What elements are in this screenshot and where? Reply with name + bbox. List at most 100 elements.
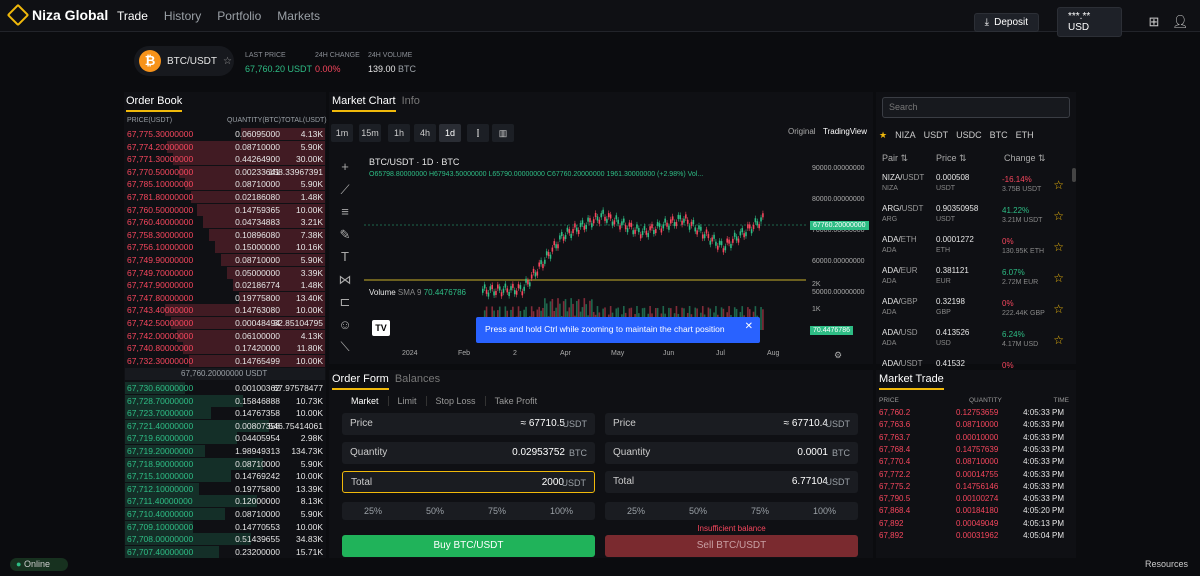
tab-market-chart[interactable]: Market Chart: [332, 95, 396, 112]
bid-row[interactable]: 67,718.90000000 0.08710000 5.90K: [125, 457, 325, 470]
pair-sort-header[interactable]: Pair ⇅: [882, 153, 908, 164]
text-icon[interactable]: T: [338, 246, 352, 269]
market-row[interactable]: ADA/USD ADA 0.413526 USD 6.24% 4.17M USD ☆: [876, 327, 1070, 358]
ask-row[interactable]: 67,742.00000000 0.06100000 4.13K: [125, 329, 325, 342]
hlines-icon[interactable]: ≡: [338, 201, 352, 224]
sell-price-field[interactable]: Price ≈ 67710.4 USDT: [605, 413, 858, 435]
buy-pct-100[interactable]: 100%: [550, 506, 573, 516]
bid-row[interactable]: 67,721.40000000 0.00807358 546.75414061: [125, 419, 325, 432]
ask-row[interactable]: 67,771.30000000 0.44264900 30.00K: [125, 153, 325, 166]
favorite-star-icon[interactable]: ☆: [1053, 240, 1064, 254]
order-type-take-profit[interactable]: Take Profit: [484, 396, 547, 406]
tf-1d[interactable]: 1d: [439, 124, 461, 142]
order-book-title[interactable]: Order Book: [126, 95, 183, 112]
star-icon[interactable]: ☆: [223, 56, 232, 67]
tf-1h[interactable]: 1h: [388, 124, 410, 142]
price-sort-header[interactable]: Price ⇅: [936, 153, 967, 164]
filter-btc[interactable]: BTC: [990, 130, 1008, 141]
bid-row[interactable]: 67,707.40000000 0.23200000 15.71K: [125, 545, 325, 558]
candle-type-icon[interactable]: ⫿: [467, 124, 489, 142]
settings-icon[interactable]: ⚙: [834, 350, 842, 361]
ruler-icon[interactable]: ⟍: [338, 336, 352, 359]
tab-balances[interactable]: Balances: [395, 373, 440, 390]
sell-pct-100[interactable]: 100%: [813, 506, 836, 516]
tf-1m[interactable]: 1m: [331, 124, 353, 142]
bid-row[interactable]: 67,715.10000000 0.14769242 10.00K: [125, 470, 325, 483]
order-type-limit[interactable]: Limit: [387, 396, 426, 406]
market-row[interactable]: NIZA/USDT NIZA 0.000508 USDT -16.14% 3.75B US…: [876, 172, 1070, 203]
ask-row[interactable]: 67,756.10000000 0.15000000 10.16K: [125, 241, 325, 254]
tf-4h[interactable]: 4h: [414, 124, 436, 142]
ask-row[interactable]: 67,770.50000000 0.00233641 158.33967391: [125, 165, 325, 178]
pair-selector[interactable]: ₿ BTC/USDT ☆: [134, 46, 234, 76]
emoji-icon[interactable]: ☺: [338, 314, 352, 337]
filter-usdc[interactable]: USDC: [956, 130, 982, 141]
change-sort-header[interactable]: Change ⇅: [1004, 153, 1046, 164]
bid-row[interactable]: 67,711.40000000 0.12000000 8.13K: [125, 495, 325, 508]
ask-row[interactable]: 67,747.80000000 0.19775800 13.40K: [125, 291, 325, 304]
ask-row[interactable]: 67,775.30000000 0.06095000 4.13K: [125, 128, 325, 140]
buy-pct-25[interactable]: 25%: [364, 506, 382, 516]
bid-row[interactable]: 67,708.00000000 0.51439655 34.83K: [125, 533, 325, 546]
filter-usdt[interactable]: USDT: [924, 130, 949, 141]
ask-row[interactable]: 67,760.40000000 0.04734883 3.21K: [125, 216, 325, 229]
search-input[interactable]: Search: [882, 97, 1070, 118]
favorite-star-icon[interactable]: ☆: [1053, 178, 1064, 192]
ask-row[interactable]: 67,732.30000000 0.14765499 10.00K: [125, 354, 325, 367]
buy-pct-75[interactable]: 75%: [488, 506, 506, 516]
ask-row[interactable]: 67,743.40000000 0.14763080 10.00K: [125, 304, 325, 317]
tab-info[interactable]: Info: [402, 95, 420, 112]
brush-icon[interactable]: ✎: [338, 224, 352, 247]
bid-row[interactable]: 67,710.40000000 0.08710000 5.90K: [125, 508, 325, 520]
ask-row[interactable]: 67,749.90000000 0.08710000 5.90K: [125, 254, 325, 266]
tradingview-logo[interactable]: TV: [372, 320, 390, 336]
trendline-icon[interactable]: ⟋: [338, 179, 352, 202]
ask-row[interactable]: 67,742.50000000 0.00048494 32.85104795: [125, 317, 325, 329]
buy-button[interactable]: Buy BTC/USDT: [342, 535, 595, 557]
balance-display[interactable]: ***.** USD: [1057, 7, 1122, 37]
buy-pct-50[interactable]: 50%: [426, 506, 444, 516]
ask-row[interactable]: 67,747.90000000 0.02186774 1.48K: [125, 279, 325, 292]
nav-portfolio[interactable]: Portfolio: [217, 9, 261, 23]
favorite-star-icon[interactable]: ☆: [1053, 209, 1064, 223]
nav-history[interactable]: History: [164, 9, 201, 23]
market-row[interactable]: ADA/GBP ADA 0.32198 GBP 0% 222.44K GBP ☆: [876, 296, 1070, 327]
favorite-star-icon[interactable]: ☆: [1053, 333, 1064, 347]
order-type-stop-loss[interactable]: Stop Loss: [425, 396, 485, 406]
market-row[interactable]: ARG/USDT ARG 0.90350958 USDT 41.22% 3.21M USD…: [876, 203, 1070, 234]
bid-row[interactable]: 67,719.60000000 0.04405954 2.98K: [125, 432, 325, 445]
buy-total-field[interactable]: Total 2000 USDT: [342, 471, 595, 493]
view-original[interactable]: Original: [788, 127, 816, 136]
bid-row[interactable]: 67,719.20000000 1.98949313 134.73K: [125, 445, 325, 457]
market-trade-title[interactable]: Market Trade: [879, 373, 944, 390]
resources-link[interactable]: Resources: [1145, 559, 1188, 569]
nav-trade[interactable]: Trade: [117, 9, 148, 23]
indicators-icon[interactable]: ▥: [492, 124, 514, 142]
filter-eth[interactable]: ETH: [1016, 130, 1034, 141]
ask-row[interactable]: 67,785.10000000 0.08710000 5.90K: [125, 178, 325, 191]
favorites-star-icon[interactable]: ★: [879, 130, 887, 141]
bid-row[interactable]: 67,712.10000000 0.19775800 13.39K: [125, 482, 325, 495]
ask-row[interactable]: 67,758.30000000 0.10896080 7.38K: [125, 228, 325, 241]
bid-row[interactable]: 67,730.60000000 0.00100362 67.97578477: [125, 382, 325, 394]
buy-quantity-field[interactable]: Quantity 0.02953752 BTC: [342, 442, 595, 464]
bid-row[interactable]: 67,723.70000000 0.14767358 10.00K: [125, 407, 325, 420]
pattern-icon[interactable]: ⋈: [338, 269, 352, 292]
measure-icon[interactable]: ⊏: [338, 291, 352, 314]
favorite-star-icon[interactable]: ☆: [1053, 271, 1064, 285]
grid-icon[interactable]: ⊞: [1146, 14, 1162, 30]
favorite-star-icon[interactable]: ☆: [1053, 302, 1064, 316]
tab-order-form[interactable]: Order Form: [332, 373, 389, 390]
tf-15m[interactable]: 15m: [359, 124, 381, 142]
ask-row[interactable]: 67,749.70000000 0.05000000 3.39K: [125, 266, 325, 279]
ask-row[interactable]: 67,774.20000000 0.08710000 5.90K: [125, 140, 325, 153]
markets-scrollbar[interactable]: [1072, 168, 1076, 182]
view-tradingview[interactable]: TradingView: [823, 127, 867, 136]
sell-pct-75[interactable]: 75%: [751, 506, 769, 516]
deposit-button[interactable]: ⤓ Deposit: [973, 12, 1039, 32]
buy-price-field[interactable]: Price ≈ 67710.5 USDT: [342, 413, 595, 435]
bid-row[interactable]: 67,728.70000000 0.15846888 10.73K: [125, 394, 325, 407]
sell-pct-25[interactable]: 25%: [627, 506, 645, 516]
sell-total-field[interactable]: Total 6.77104 USDT: [605, 471, 858, 493]
ask-row[interactable]: 67,740.80000000 0.17420000 11.80K: [125, 342, 325, 355]
